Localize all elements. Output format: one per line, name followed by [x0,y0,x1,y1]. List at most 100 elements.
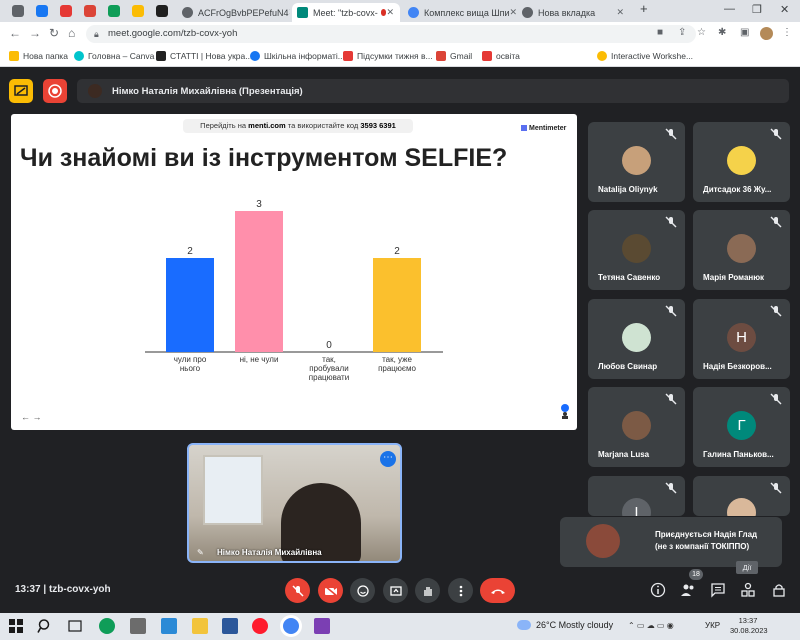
weather-widget[interactable]: 26°C Mostly cloudy [517,620,613,630]
bookmark-item[interactable]: освіта [482,49,520,63]
toast-line-1: Приєднується Надія Глад [655,530,758,539]
mail-icon[interactable] [161,618,177,634]
self-video-tile[interactable]: ⋯ ✎ Німко Наталія Михайлівна [187,443,402,563]
new-tab-button[interactable]: + [640,1,648,16]
pinned-tab-1[interactable] [12,5,24,17]
chrome-icon[interactable] [283,618,299,634]
camera-off-icon [324,584,337,597]
menu-icon[interactable]: ⋮ [782,27,792,38]
forward-button[interactable]: → [29,26,41,40]
pinned-tab-6[interactable] [132,5,144,17]
chat-icon[interactable] [710,582,726,598]
meeting-code: tzb-covx-yoh [48,584,111,595]
opera-icon[interactable] [252,618,268,634]
participant-tile[interactable]: Любов Свинар [588,299,685,379]
profile-avatar[interactable] [760,27,773,40]
explorer-icon[interactable] [192,618,208,634]
bookmark-item[interactable]: Підсумки тижня в... [343,49,433,63]
chart-bar [235,211,283,352]
camera-off-button[interactable] [318,578,343,603]
mic-off-icon [291,584,304,597]
minimize-button[interactable]: — [724,3,735,15]
participant-tile[interactable]: Тетяна Савенко [588,210,685,290]
participant-tile[interactable]: Natalija Oliynyk [588,122,685,202]
bookmark-item[interactable]: СТАТТІ | Нова укра... [156,49,252,63]
pin-icon[interactable]: ✎ [197,548,204,557]
participant-tile[interactable]: Н Надія Безкоров... [693,299,790,379]
participant-tile[interactable]: Марія Романюк [693,210,790,290]
close-tab-icon[interactable]: ✕ [386,7,400,18]
join-request-toast[interactable]: Приєднується Надія Глад (не з компанії Т… [560,517,782,567]
back-button[interactable]: ← [9,26,21,40]
participant-tile[interactable]: І [588,476,685,516]
pinned-tab-7[interactable] [156,5,168,17]
restore-button[interactable]: ❐ [752,3,762,16]
bookmark-star-icon[interactable]: ☆ [697,27,706,38]
system-tray-icons[interactable]: ⌃ ▭ ☁ ▭ ◉ [628,621,674,630]
more-options-button[interactable] [448,578,473,603]
participant-tile[interactable] [693,476,790,516]
chart-category-label: так, уже [382,355,412,364]
close-tab-icon[interactable]: ✕ [509,7,516,18]
tab-meet[interactable]: Meet: "tzb-covx- ✕ [292,3,400,22]
info-icon[interactable] [650,582,666,598]
camera-icon[interactable]: ■ [657,27,663,38]
mic-muted-icon [770,216,782,228]
leave-call-button[interactable] [480,578,515,603]
lock-icon[interactable] [771,582,787,598]
pinned-tab-gmail[interactable] [84,5,96,17]
close-tab-icon[interactable]: ✕ [616,7,630,18]
present-now-button[interactable] [383,578,408,603]
pinned-tab-facebook[interactable] [36,5,48,17]
tab-complex[interactable]: Комплекс вища Шпи ✕ [404,3,516,22]
participant-tile[interactable]: Дитсадок 36 Жу... [693,122,790,202]
slide-nav-arrows[interactable]: ← → [21,412,42,422]
system-date: 30.08.2023 [730,626,768,635]
windows-start-icon[interactable] [8,618,24,634]
bookmark-item[interactable]: Шкільна інформаті... [250,49,345,63]
reload-button[interactable]: ↻ [49,26,59,40]
tab-acfrog[interactable]: ACFrOgBvbPEPefuN4 ✕ [178,3,290,22]
language-indicator[interactable]: УКР [705,621,720,630]
close-window-button[interactable]: ✕ [780,3,789,16]
more-options-icon[interactable]: ⋯ [380,451,396,467]
pinned-tab-drive[interactable] [108,5,120,17]
sidebar-icon[interactable]: ▣ [740,27,749,38]
chart-value-label: 2 [394,246,400,257]
home-button[interactable]: ⌂ [68,26,75,40]
word-icon[interactable] [222,618,238,634]
participant-avatar [727,234,756,263]
share-icon[interactable]: ⇪ [678,27,686,38]
search-icon[interactable] [37,618,53,634]
store-icon[interactable] [130,618,146,634]
address-bar[interactable]: 🔒︎ meet.google.com/tzb-covx-yoh [86,25,696,43]
bookmark-item[interactable]: Головна – Canva [74,49,154,63]
stop-presenting-button[interactable] [9,79,33,103]
pinned-tab-3[interactable] [60,5,72,17]
participant-tile[interactable]: Г Галина Паньков... [693,387,790,467]
raise-hand-button[interactable] [415,578,440,603]
bookmark-item[interactable]: Interactive Workshe... [597,49,693,63]
tab-new[interactable]: Нова вкладка ✕ [518,3,630,22]
extensions-icon[interactable]: ✱ [718,27,726,38]
activities-icon[interactable] [740,582,756,598]
app-icon[interactable] [314,618,330,634]
bookmark-label: Interactive Workshe... [611,51,694,61]
chart-category-label: ні, не чули [240,355,279,364]
participant-tile[interactable]: Marjana Lusa [588,387,685,467]
bookmark-item[interactable]: Нова папка [9,49,68,63]
self-name: Німко Наталія Михайлівна [217,548,322,557]
bookmark-item[interactable]: Gmail [436,49,472,63]
bookmark-label: Gmail [450,51,473,61]
mic-off-button[interactable] [285,578,310,603]
chart-category-label: працювати [309,373,349,382]
close-tab-icon[interactable]: ✕ [289,7,290,18]
edge-icon[interactable] [99,618,115,634]
record-button[interactable] [43,79,67,103]
participant-avatar [622,234,651,263]
reactions-button[interactable] [350,578,375,603]
people-icon[interactable] [680,582,696,598]
task-view-icon[interactable] [67,618,83,634]
bookmark-label: Підсумки тижня в... [357,51,433,61]
system-clock[interactable]: 13:37 30.08.2023 [730,616,768,636]
